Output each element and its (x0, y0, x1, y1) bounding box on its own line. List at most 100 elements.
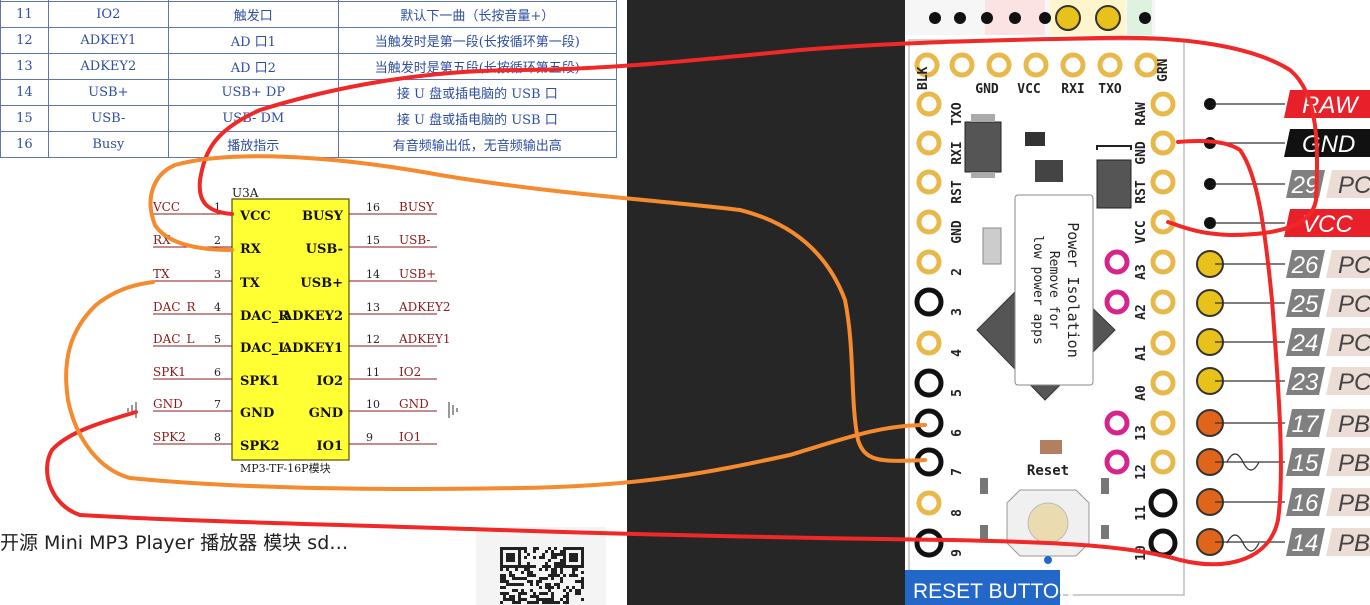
schematic-pin-number: 5 (214, 333, 221, 346)
schematic-pin-number: 6 (214, 366, 221, 379)
schematic-pin-number: 7 (214, 398, 221, 411)
reset-silk-label: Reset (1027, 463, 1069, 479)
right-pin-label: A0 (1134, 385, 1149, 401)
schematic-pin-name: GND (240, 406, 274, 421)
reset-button[interactable] (1006, 489, 1090, 564)
schematic-pin-number: 16 (366, 201, 380, 214)
pin-tag-label: PC (1338, 172, 1370, 199)
silk-line-1: Power Isolation (1064, 222, 1082, 357)
schematic-net-label: GND (153, 397, 183, 411)
pin-tag-label: PB (1338, 530, 1370, 557)
right-pin-label: A1 (1134, 345, 1149, 361)
left-pin-label: 2 (950, 268, 965, 276)
left-pin-label: RXI (950, 141, 965, 164)
left-pin-label: 4 (950, 349, 965, 357)
schematic-pin-name: GND (309, 406, 343, 421)
schematic-net-label: USB+ (399, 267, 436, 281)
schematic-pin-name: VCC (239, 209, 271, 224)
pin-tag-label: PC (1338, 291, 1370, 318)
schematic-pin-number: 11 (366, 366, 380, 379)
left-pin-label: GND (950, 220, 965, 244)
qr-card[interactable] (476, 527, 606, 605)
pin-tag-label: VCC (1302, 211, 1353, 238)
pin-tag-label: PB (1338, 411, 1370, 438)
left-pin-label: TXO (950, 102, 965, 126)
pin-tag-number: 23 (1291, 369, 1319, 396)
schematic-pin-number: 13 (366, 301, 380, 314)
silk-line-2: Remove for (1046, 251, 1061, 329)
schematic-pin-number: 9 (366, 431, 373, 444)
right-pin-label: 12 (1134, 464, 1149, 480)
schematic-pin-name: IO2 (317, 374, 343, 389)
pin-tag-label: PB (1338, 490, 1370, 517)
pin-tag-label: RAW (1302, 92, 1360, 119)
schematic-pin-name: RX (240, 242, 262, 257)
schematic-pin-number: 3 (214, 268, 221, 281)
right-pin-label: A3 (1134, 264, 1149, 280)
silk-line-3: low power apps (1030, 235, 1045, 345)
schematic-pin-number: 4 (214, 301, 221, 314)
board-area: BLK GND VCC RXI TXO GRN TXO RXI RST GND 2 3 4 5 6 7 8 9 … (905, 0, 1370, 605)
left-pin-label: 8 (950, 509, 965, 517)
right-pin-label: RST (1134, 180, 1149, 204)
schematic-pin-name: BUSY (302, 209, 344, 224)
schematic-pin-number: 14 (366, 268, 380, 281)
schematic-pin-number: 15 (366, 234, 380, 247)
schematic-net-label: SPK2 (153, 430, 186, 444)
reset-button-label: RESET BUTTON (913, 580, 1074, 603)
schematic-net-label: IO2 (399, 365, 421, 379)
schematic-net-label: BUSY (399, 200, 435, 214)
schematic-part-name: MP3-TF-16P模块 (240, 462, 331, 475)
top-pin-label: RXI (1061, 82, 1084, 97)
pin-tag-number: 29 (1291, 172, 1319, 199)
schematic-pin-number: 1 (214, 201, 221, 214)
schematic-net-label: SPK1 (153, 365, 186, 379)
schematic-pin-number: 10 (366, 398, 380, 411)
pro-mini-board: BLK GND VCC RXI TXOGRN TXORXIRSTGND23456789 … (905, 0, 1370, 605)
left-pin-label: RST (950, 180, 965, 204)
left-pin-label: 7 (950, 468, 965, 476)
dark-panel (627, 0, 905, 605)
schematic-pin-name: USB+ (300, 276, 343, 291)
schematic-pin-name: SPK2 (240, 439, 280, 454)
top-pin-label: GRN (1156, 58, 1171, 82)
left-pin-label: 9 (950, 549, 965, 557)
schematic-net-label: RX (153, 233, 171, 247)
qr-code-icon (500, 547, 584, 604)
pin-tag-number: 26 (1291, 252, 1319, 279)
right-pin-label: 10 (1134, 545, 1149, 561)
pin-tag-number: 14 (1292, 530, 1319, 557)
ground-symbol-left (127, 402, 137, 418)
pin-tag-column: RAW GND 29 PC VCC 26 PC 25 PC 24 PC 23 PC 17 PB 15 PB 16 P… (1196, 90, 1370, 557)
right-pin-label: A2 (1134, 304, 1149, 320)
pin-tag-number: 15 (1292, 450, 1319, 477)
top-pin-label: TXO (1098, 82, 1122, 97)
schematic-pin-number: 12 (366, 333, 380, 346)
schematic-pin-name: IO1 (317, 439, 343, 454)
schematic-pin-number: 8 (214, 431, 221, 444)
schematic-pin-name: DAC_L (240, 341, 287, 356)
left-pin-label: 3 (950, 308, 965, 316)
pin-tag-number: 25 (1291, 291, 1319, 318)
pin-tag-label: PC (1338, 369, 1370, 396)
schematic-net-label: VCC (152, 200, 180, 214)
right-pin-label: 11 (1134, 505, 1149, 521)
schematic-net-label: TX (153, 267, 170, 281)
schematic-net-label: DAC_L (153, 332, 194, 346)
schematic-net-label: USB- (399, 233, 430, 247)
schematic-pin-name: TX (240, 276, 261, 291)
pin-tag-label: PC (1338, 252, 1370, 279)
pin-tag-label: PB (1338, 450, 1370, 477)
schematic-pin-name: ADKEY1 (281, 341, 343, 356)
schematic-pin-name: SPK1 (240, 374, 280, 389)
top-pin-label: VCC (1017, 82, 1040, 97)
schematic-ref: U3A (232, 186, 259, 200)
right-pin-label: VCC (1134, 220, 1149, 243)
left-pin-label: 6 (950, 429, 965, 437)
schematic-net-label: GND (399, 397, 429, 411)
schematic: U3A MP3-TF-16P模块 VCC 1 VCC RX 2 RX TX 3 TX DAC_R 4… (127, 186, 458, 475)
schematic-pin-number: 2 (214, 234, 221, 247)
screenshot-root: 11 IO2 触发口 默认下一曲（长按音量+） 12 ADKEY1 AD 口1 当触发时是第一… (0, 0, 1370, 605)
article-caption[interactable]: 开源 Mini MP3 Player 播放器 模块 sd… (0, 528, 348, 555)
top-pin-label: BLK (916, 66, 931, 90)
